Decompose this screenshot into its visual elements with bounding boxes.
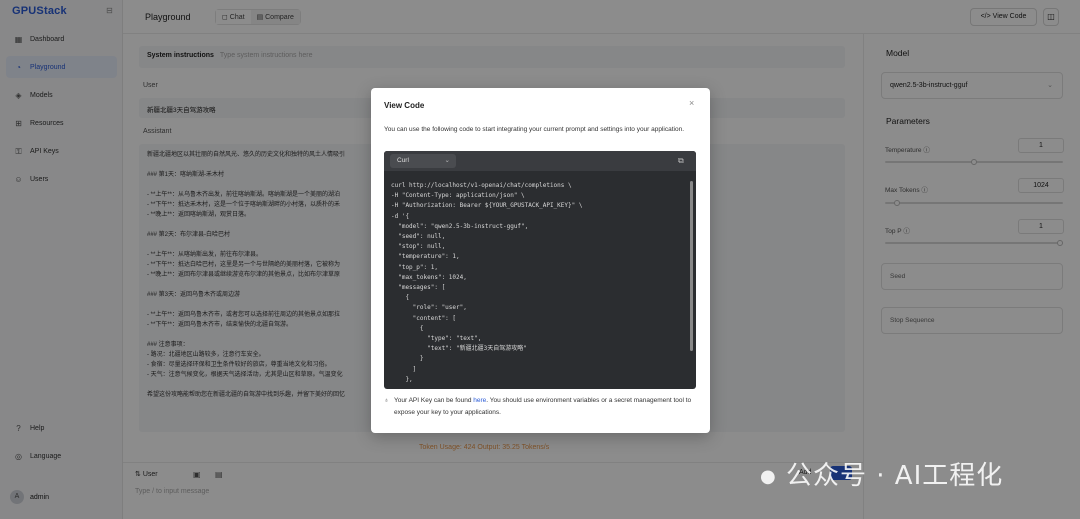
code-line: -d '{: [391, 212, 410, 220]
modal-description: You can use the following code to start …: [384, 126, 685, 133]
code-line: "role": "user",: [391, 304, 467, 312]
view-code-modal: View Code × You can use the following co…: [371, 88, 710, 433]
code-line: ]: [391, 365, 417, 373]
language-value: Curl: [397, 157, 409, 164]
code-line: }: [391, 355, 424, 363]
modal-title: View Code: [384, 101, 425, 110]
code-line: "messages": [: [391, 284, 446, 292]
wechat-icon: ●: [760, 466, 777, 487]
close-icon[interactable]: ×: [689, 98, 694, 108]
code-line: "model": "qwen2.5-3b-instruct-gguf",: [391, 222, 529, 230]
code-line: "seed": null,: [391, 233, 446, 241]
lightbulb-icon: ♁: [384, 397, 389, 404]
code-block: Curl ⌄ ⧉ curl http://localhost/v1-openai/…: [384, 151, 696, 389]
code-scrollbar[interactable]: [690, 181, 693, 351]
chevron-down-icon: ⌄: [444, 157, 450, 164]
code-line: -H "Authorization: Bearer ${YOUR_GPUSTAC…: [391, 202, 583, 210]
code-line: {: [391, 294, 410, 302]
code-line: "temperature": 1,: [391, 253, 460, 261]
code-line: curl http://localhost/v1-openai/chat/com…: [391, 182, 572, 189]
language-select[interactable]: Curl ⌄: [390, 154, 456, 168]
copy-icon[interactable]: ⧉: [678, 156, 684, 166]
code-line: "text": "新疆北疆3天自驾游攻略": [391, 345, 527, 353]
watermark-text: 公众号 · AI工程化: [785, 461, 1004, 491]
code-content[interactable]: curl http://localhost/v1-openai/chat/com…: [391, 181, 582, 385]
code-line: "top_p": 1,: [391, 263, 438, 271]
code-line: "stop": null,: [391, 243, 446, 251]
code-line: -H "Content-Type: application/json" \: [391, 192, 525, 200]
code-line: {: [391, 324, 424, 332]
watermark: ● 公众号 · AI工程化: [760, 455, 1003, 492]
code-line: },: [391, 375, 413, 383]
code-line: "max_tokens": 1024,: [391, 273, 467, 281]
footer-text: Your API Key can be found: [394, 397, 474, 404]
code-line: "content": [: [391, 314, 457, 322]
modal-footer-note: ♁ Your API Key can be found here. You sh…: [384, 395, 697, 419]
api-key-link[interactable]: here: [473, 397, 486, 404]
code-line: "type": "text",: [391, 335, 482, 343]
code-header: Curl ⌄ ⧉: [384, 151, 696, 171]
